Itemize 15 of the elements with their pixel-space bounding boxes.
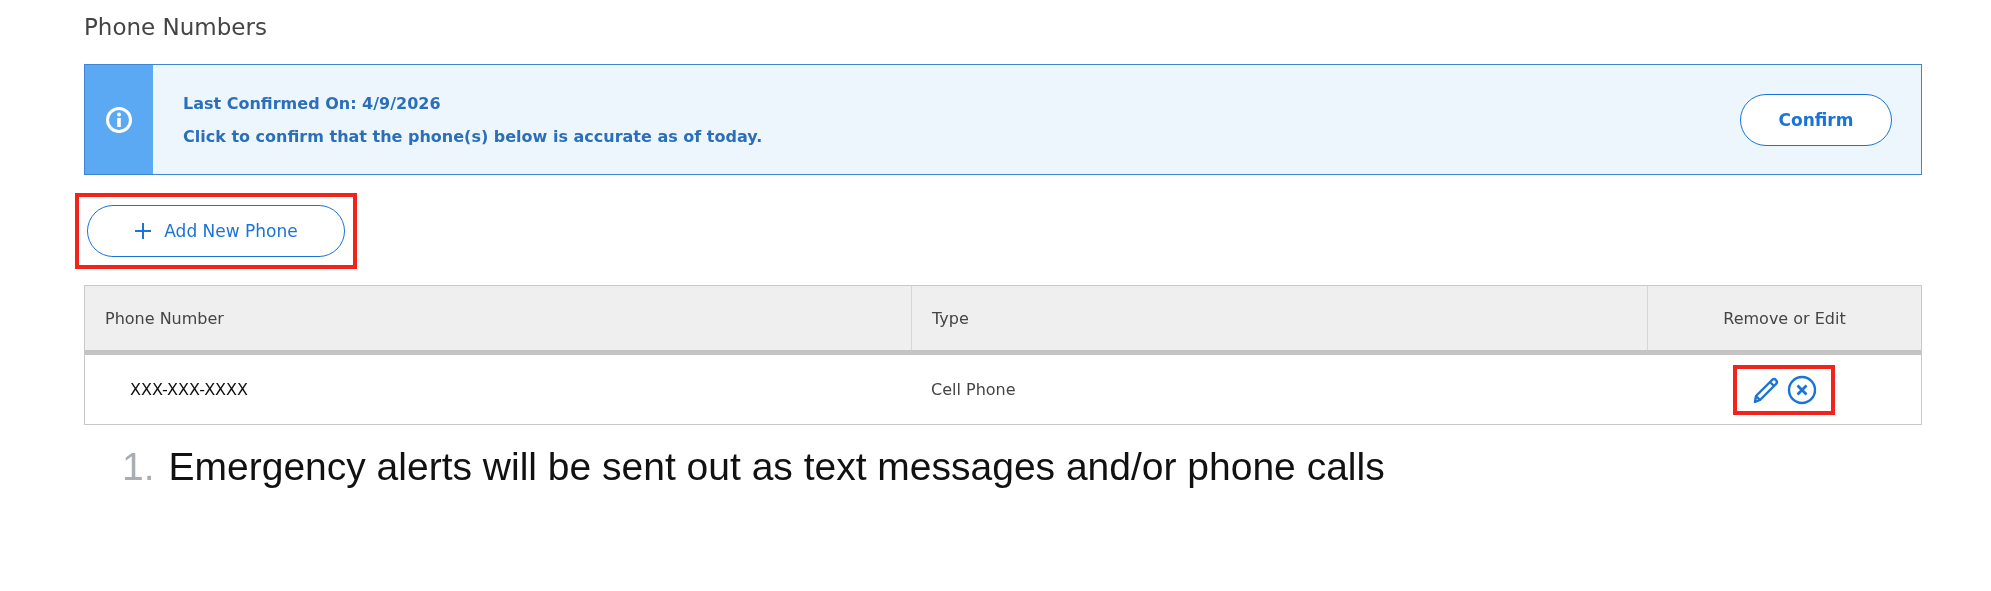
column-header: Phone Number <box>104 307 225 330</box>
confirm-button[interactable]: Confirm <box>1740 93 1892 146</box>
table-cell-text: Cell Phone <box>930 379 1017 401</box>
column-header: Type <box>911 286 1647 350</box>
notice-message: Click to confirm that the phone(s) below is accurate as of today. <box>183 126 764 146</box>
notice-title: Last Confirmed On: 4/9/2026 <box>183 93 442 113</box>
add-phone-button[interactable]: Add New Phone <box>87 205 345 257</box>
list-item-text: Emergency alerts will be sent out as text messages and/or phone calls <box>168 445 1385 489</box>
plus-icon <box>134 222 153 240</box>
info-icon <box>105 105 133 134</box>
column-header: Remove or Edit <box>1647 286 1921 350</box>
table-cell-text: XXX-XXX-XXXX <box>129 379 249 401</box>
list-number: 1. <box>122 445 155 489</box>
section-title: Phone Numbers <box>84 14 268 42</box>
remove-icon[interactable] <box>1787 374 1817 405</box>
